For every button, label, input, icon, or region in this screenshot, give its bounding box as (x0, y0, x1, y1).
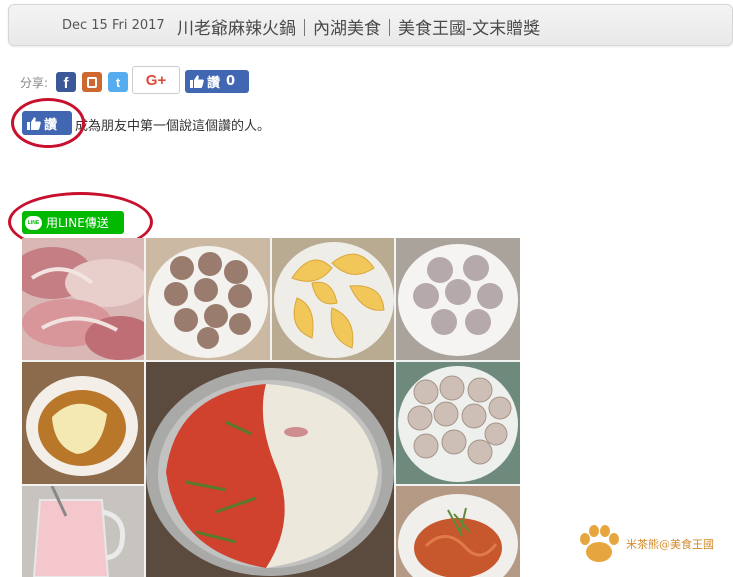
photo-noodles (396, 486, 520, 577)
photo-fish-balls (396, 238, 520, 360)
line-share-label: 用LINE傳送 (46, 216, 109, 230)
google-plus-label: G+ (145, 71, 167, 89)
twitter-share-icon[interactable]: t (108, 72, 128, 92)
paw-icon (580, 525, 619, 562)
like-label: 讚 (207, 76, 221, 91)
photo-stuffed-dumplings (396, 362, 520, 484)
post-date: Dec 15 Fri 2017 (62, 18, 165, 33)
line-share-button[interactable]: LINE 用LINE傳送 (22, 211, 124, 234)
post-title[interactable]: 川老爺麻辣火鍋｜內湖美食｜美食王國-文末贈獎 (177, 14, 540, 39)
facebook-share-icon[interactable]: f (56, 72, 76, 92)
like-count: 0 (226, 74, 236, 89)
plurk-share-icon[interactable] (82, 72, 102, 92)
post-header: Dec 15 Fri 2017 川老爺麻辣火鍋｜內湖美食｜美食王國-文末贈獎 (8, 4, 733, 46)
thumbs-up-icon (190, 75, 204, 88)
photo-drink-pitcher (22, 486, 144, 577)
thumbs-up-icon (27, 116, 41, 130)
share-label: 分享: (20, 76, 49, 90)
photo-hotpot (146, 362, 394, 577)
like-box-button[interactable]: 讚 (22, 111, 72, 135)
like-prompt-text: 成為朋友中第一個說這個讚的人。 (75, 119, 271, 134)
photo-dumplings (272, 238, 394, 360)
food-photo-collage[interactable] (22, 238, 520, 577)
line-icon: LINE (25, 215, 42, 230)
photo-meatballs (146, 238, 270, 360)
watermark: 米茶熊@美食王國 (578, 522, 728, 566)
photo-sliced-meat (22, 238, 144, 360)
watermark-text: 米茶熊@美食王國 (626, 538, 714, 551)
photo-tofu-pudding (22, 362, 144, 484)
google-plus-share-button[interactable]: G+ (132, 66, 180, 94)
like-box-label: 讚 (44, 117, 58, 133)
facebook-like-button[interactable]: 讚 0 (185, 70, 249, 93)
